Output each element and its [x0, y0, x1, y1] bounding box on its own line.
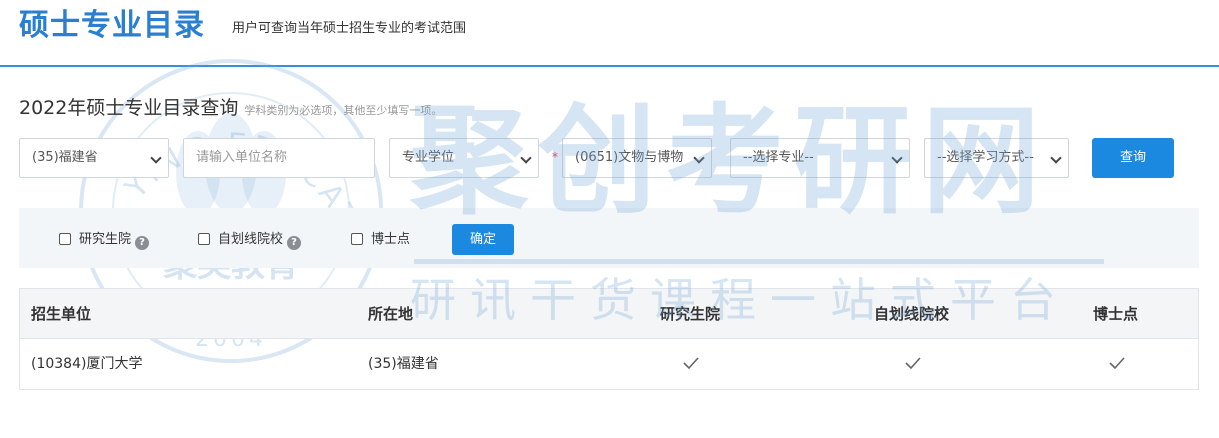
discipline-select-value: (0651)文物与博物: [575, 150, 684, 165]
column-header-self-line: 自划线院校: [874, 305, 950, 323]
doctoral-filter[interactable]: 博士点: [351, 233, 410, 247]
table-row[interactable]: (10384)厦门大学 (35)福建省: [20, 339, 1198, 389]
unit-name-input[interactable]: 请输入单位名称: [183, 138, 375, 178]
page-title: 硕士专业目录: [19, 8, 205, 43]
cell-location: (35)福建省: [368, 356, 439, 372]
major-select[interactable]: --选择专业--: [730, 138, 910, 178]
column-header-unit: 招生单位: [31, 305, 92, 323]
required-mark: *: [552, 150, 558, 164]
chevron-down-icon: [1050, 152, 1062, 164]
query-hint: 学科类别为必选项，其他至少填写一项。: [244, 104, 443, 117]
unit-name-placeholder: 请输入单位名称: [196, 150, 288, 165]
chevron-down-icon: [693, 152, 705, 164]
column-header-doctoral: 博士点: [1093, 305, 1139, 323]
study-mode-select[interactable]: --选择学习方式--: [924, 138, 1069, 178]
page-subtitle: 用户可查询当年硕士招生专业的考试范围: [232, 21, 467, 36]
help-icon[interactable]: ?: [287, 236, 302, 250]
graduate-school-checkbox[interactable]: [59, 233, 71, 245]
chevron-down-icon: [150, 152, 162, 164]
province-select-value: (35)福建省: [32, 150, 98, 165]
chevron-down-icon: [520, 152, 532, 164]
doctoral-label: 博士点: [371, 232, 411, 247]
chevron-down-icon: [891, 152, 903, 164]
degree-type-select[interactable]: 专业学位: [389, 138, 539, 178]
graduate-school-label: 研究生院: [79, 232, 132, 247]
doctoral-check-icon: [1109, 357, 1125, 370]
graduate-school-filter[interactable]: 研究生院?: [59, 232, 150, 250]
self-line-checkbox[interactable]: [198, 233, 210, 245]
confirm-button[interactable]: 确定: [452, 224, 514, 255]
column-header-location: 所在地: [368, 305, 414, 323]
discipline-select[interactable]: (0651)文物与博物: [562, 138, 712, 178]
filter-bar: [19, 208, 1199, 268]
major-select-value: --选择专业--: [743, 150, 814, 165]
self-line-check-icon: [905, 357, 921, 370]
study-mode-select-value: --选择学习方式--: [937, 150, 1034, 165]
self-line-filter[interactable]: 自划线院校?: [198, 232, 302, 250]
cell-unit[interactable]: (10384)厦门大学: [31, 339, 142, 389]
column-header-graduate-school: 研究生院: [660, 305, 721, 323]
help-icon[interactable]: ?: [135, 236, 150, 250]
graduate-school-check-icon: [683, 357, 699, 370]
results-table: 招生单位 所在地 研究生院 自划线院校 博士点 (10384)厦门大学 (35)…: [19, 288, 1199, 390]
query-button[interactable]: 查询: [1092, 138, 1174, 178]
self-line-label: 自划线院校: [218, 232, 284, 247]
doctoral-checkbox[interactable]: [351, 233, 363, 245]
province-select[interactable]: (35)福建省: [19, 138, 169, 178]
query-section-title: 2022年硕士专业目录查询 学科类别为必选项，其他至少填写一项。: [19, 93, 442, 120]
degree-type-select-value: 专业学位: [402, 150, 455, 165]
query-title: 2022年硕士专业目录查询: [19, 97, 239, 119]
table-header-row: 招生单位 所在地 研究生院 自划线院校 博士点: [20, 289, 1198, 339]
page-header: 硕士专业目录 用户可查询当年硕士招生专业的考试范围: [0, 0, 1219, 67]
